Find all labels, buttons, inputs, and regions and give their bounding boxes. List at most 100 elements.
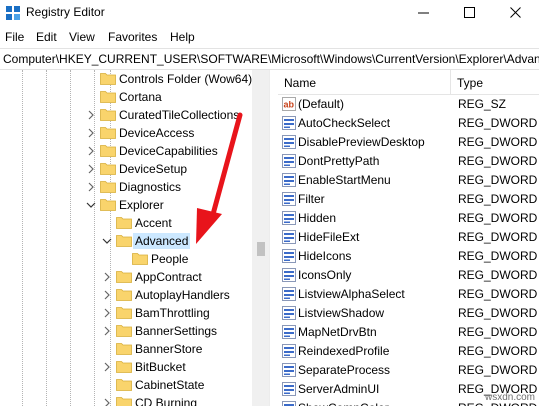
chevron-right-icon[interactable] (85, 127, 97, 139)
folder-icon (100, 108, 116, 121)
tree-node[interactable]: Explorer (0, 196, 252, 214)
chevron-down-icon[interactable] (101, 235, 113, 247)
value-row[interactable]: EnableStartMenu REG_DWORD (278, 171, 539, 190)
chevron-right-icon[interactable] (101, 271, 113, 283)
value-row[interactable]: DontPrettyPath REG_DWORD (278, 152, 539, 171)
value-row[interactable]: ab (Default) REG_SZ (278, 95, 539, 114)
tree-node-label: Controls Folder (Wow64) (119, 72, 252, 86)
value-row[interactable]: ListviewShadow REG_DWORD (278, 304, 539, 323)
value-row[interactable]: IconsOnly REG_DWORD (278, 266, 539, 285)
folder-icon (100, 162, 116, 175)
value-type: REG_DWORD (458, 306, 538, 320)
menu-edit[interactable]: Edit (36, 30, 57, 44)
menu-favorites[interactable]: Favorites (108, 30, 157, 44)
value-type: REG_DWORD (458, 192, 538, 206)
tree-node[interactable]: AppContract (0, 268, 252, 286)
minimize-button[interactable] (401, 0, 447, 26)
folder-icon (116, 288, 132, 301)
value-row[interactable]: MapNetDrvBtn REG_DWORD (278, 323, 539, 342)
value-row[interactable]: HideIcons REG_DWORD (278, 247, 539, 266)
menu-help[interactable]: Help (170, 30, 195, 44)
tree-node[interactable]: Accent (0, 214, 252, 232)
tree-node-label: DeviceAccess (119, 126, 195, 140)
chevron-right-icon[interactable] (85, 181, 97, 193)
folder-icon (116, 324, 132, 337)
tree-node[interactable]: Diagnostics (0, 178, 252, 196)
tree-node[interactable]: CuratedTileCollections (0, 106, 252, 124)
column-header-type-label: Type (457, 76, 484, 90)
tree-node[interactable]: BannerSettings (0, 322, 252, 340)
tree-node[interactable]: CD Burning (0, 394, 252, 406)
tree-scrollbar[interactable] (252, 70, 269, 406)
value-name: ListviewAlphaSelect (298, 287, 405, 301)
value-name: ShowCompColor (298, 401, 389, 406)
value-type: REG_DWORD (458, 230, 538, 244)
value-row[interactable]: ListviewAlphaSelect REG_DWORD (278, 285, 539, 304)
tree-node[interactable]: Advanced (0, 232, 252, 250)
chevron-right-icon[interactable] (101, 307, 113, 319)
tree-node[interactable]: People (0, 250, 252, 268)
folder-icon (116, 360, 132, 373)
value-name: ServerAdminUI (298, 382, 380, 396)
chevron-right-icon[interactable] (85, 109, 97, 121)
chevron-right-icon[interactable] (101, 397, 113, 406)
value-row[interactable]: AutoCheckSelect REG_DWORD (278, 114, 539, 133)
tree-node[interactable]: BamThrottling (0, 304, 252, 322)
tree-node-label: BannerStore (135, 342, 203, 356)
key-tree[interactable]: Controls Folder (Wow64) Cortana CuratedTil… (0, 70, 252, 406)
tree-node[interactable]: Controls Folder (Wow64) (0, 70, 252, 88)
tree-node[interactable]: AutoplayHandlers (0, 286, 252, 304)
tree-node-label: Explorer (119, 198, 164, 212)
chevron-right-icon[interactable] (101, 289, 113, 301)
registry-icon (6, 6, 20, 20)
close-button[interactable] (493, 0, 539, 26)
dword-value-icon (282, 325, 296, 339)
chevron-right-icon[interactable] (101, 325, 113, 337)
value-type: REG_DWORD (458, 344, 538, 358)
maximize-button[interactable] (447, 0, 493, 26)
value-row[interactable]: Hidden REG_DWORD (278, 209, 539, 228)
tree-node[interactable]: DeviceAccess (0, 124, 252, 142)
column-header-name[interactable]: Name (278, 70, 451, 94)
tree-node[interactable]: DeviceSetup (0, 160, 252, 178)
tree-node-label: Advanced (133, 233, 191, 249)
tree-node-label: BitBucket (135, 360, 186, 374)
tree-node[interactable]: BitBucket (0, 358, 252, 376)
folder-icon (100, 72, 116, 85)
value-row[interactable]: SeparateProcess REG_DWORD (278, 361, 539, 380)
values-list[interactable]: Name Type ab (Default) REG_SZ AutoCheckSele… (278, 70, 539, 406)
address-path[interactable]: Computer\HKEY_CURRENT_USER\SOFTWARE\Micr… (3, 52, 539, 66)
folder-icon (116, 396, 132, 406)
tree-node[interactable]: DeviceCapabilities (0, 142, 252, 160)
dword-value-icon (282, 382, 296, 396)
folder-icon (100, 126, 116, 139)
value-name: ListviewShadow (298, 306, 385, 320)
pane-splitter[interactable] (269, 70, 278, 406)
value-name: HideFileExt (298, 230, 360, 244)
tree-node[interactable]: BannerStore (0, 340, 252, 358)
menu-view[interactable]: View (69, 30, 95, 44)
address-bar[interactable]: Computer\HKEY_CURRENT_USER\SOFTWARE\Micr… (0, 48, 539, 70)
scrollbar-thumb[interactable] (257, 242, 265, 256)
value-row[interactable]: HideFileExt REG_DWORD (278, 228, 539, 247)
value-type: REG_DWORD (458, 363, 538, 377)
dword-value-icon (282, 230, 296, 244)
column-header-type[interactable]: Type (451, 70, 539, 94)
value-name: HideIcons (298, 249, 352, 263)
value-type: REG_DWORD (458, 135, 538, 149)
chevron-right-icon[interactable] (85, 163, 97, 175)
value-type: REG_DWORD (458, 325, 538, 339)
dword-value-icon (282, 306, 296, 320)
menu-file[interactable]: File (5, 30, 24, 44)
value-row[interactable]: Filter REG_DWORD (278, 190, 539, 209)
chevron-down-icon[interactable] (85, 199, 97, 211)
tree-node-label: BannerSettings (135, 324, 218, 338)
chevron-right-icon[interactable] (85, 145, 97, 157)
chevron-right-icon[interactable] (101, 361, 113, 373)
dword-value-icon (282, 116, 296, 130)
window-title: Registry Editor (26, 5, 105, 19)
tree-node[interactable]: CabinetState (0, 376, 252, 394)
value-row[interactable]: ReindexedProfile REG_DWORD (278, 342, 539, 361)
tree-node[interactable]: Cortana (0, 88, 252, 106)
value-row[interactable]: DisablePreviewDesktop REG_DWORD (278, 133, 539, 152)
